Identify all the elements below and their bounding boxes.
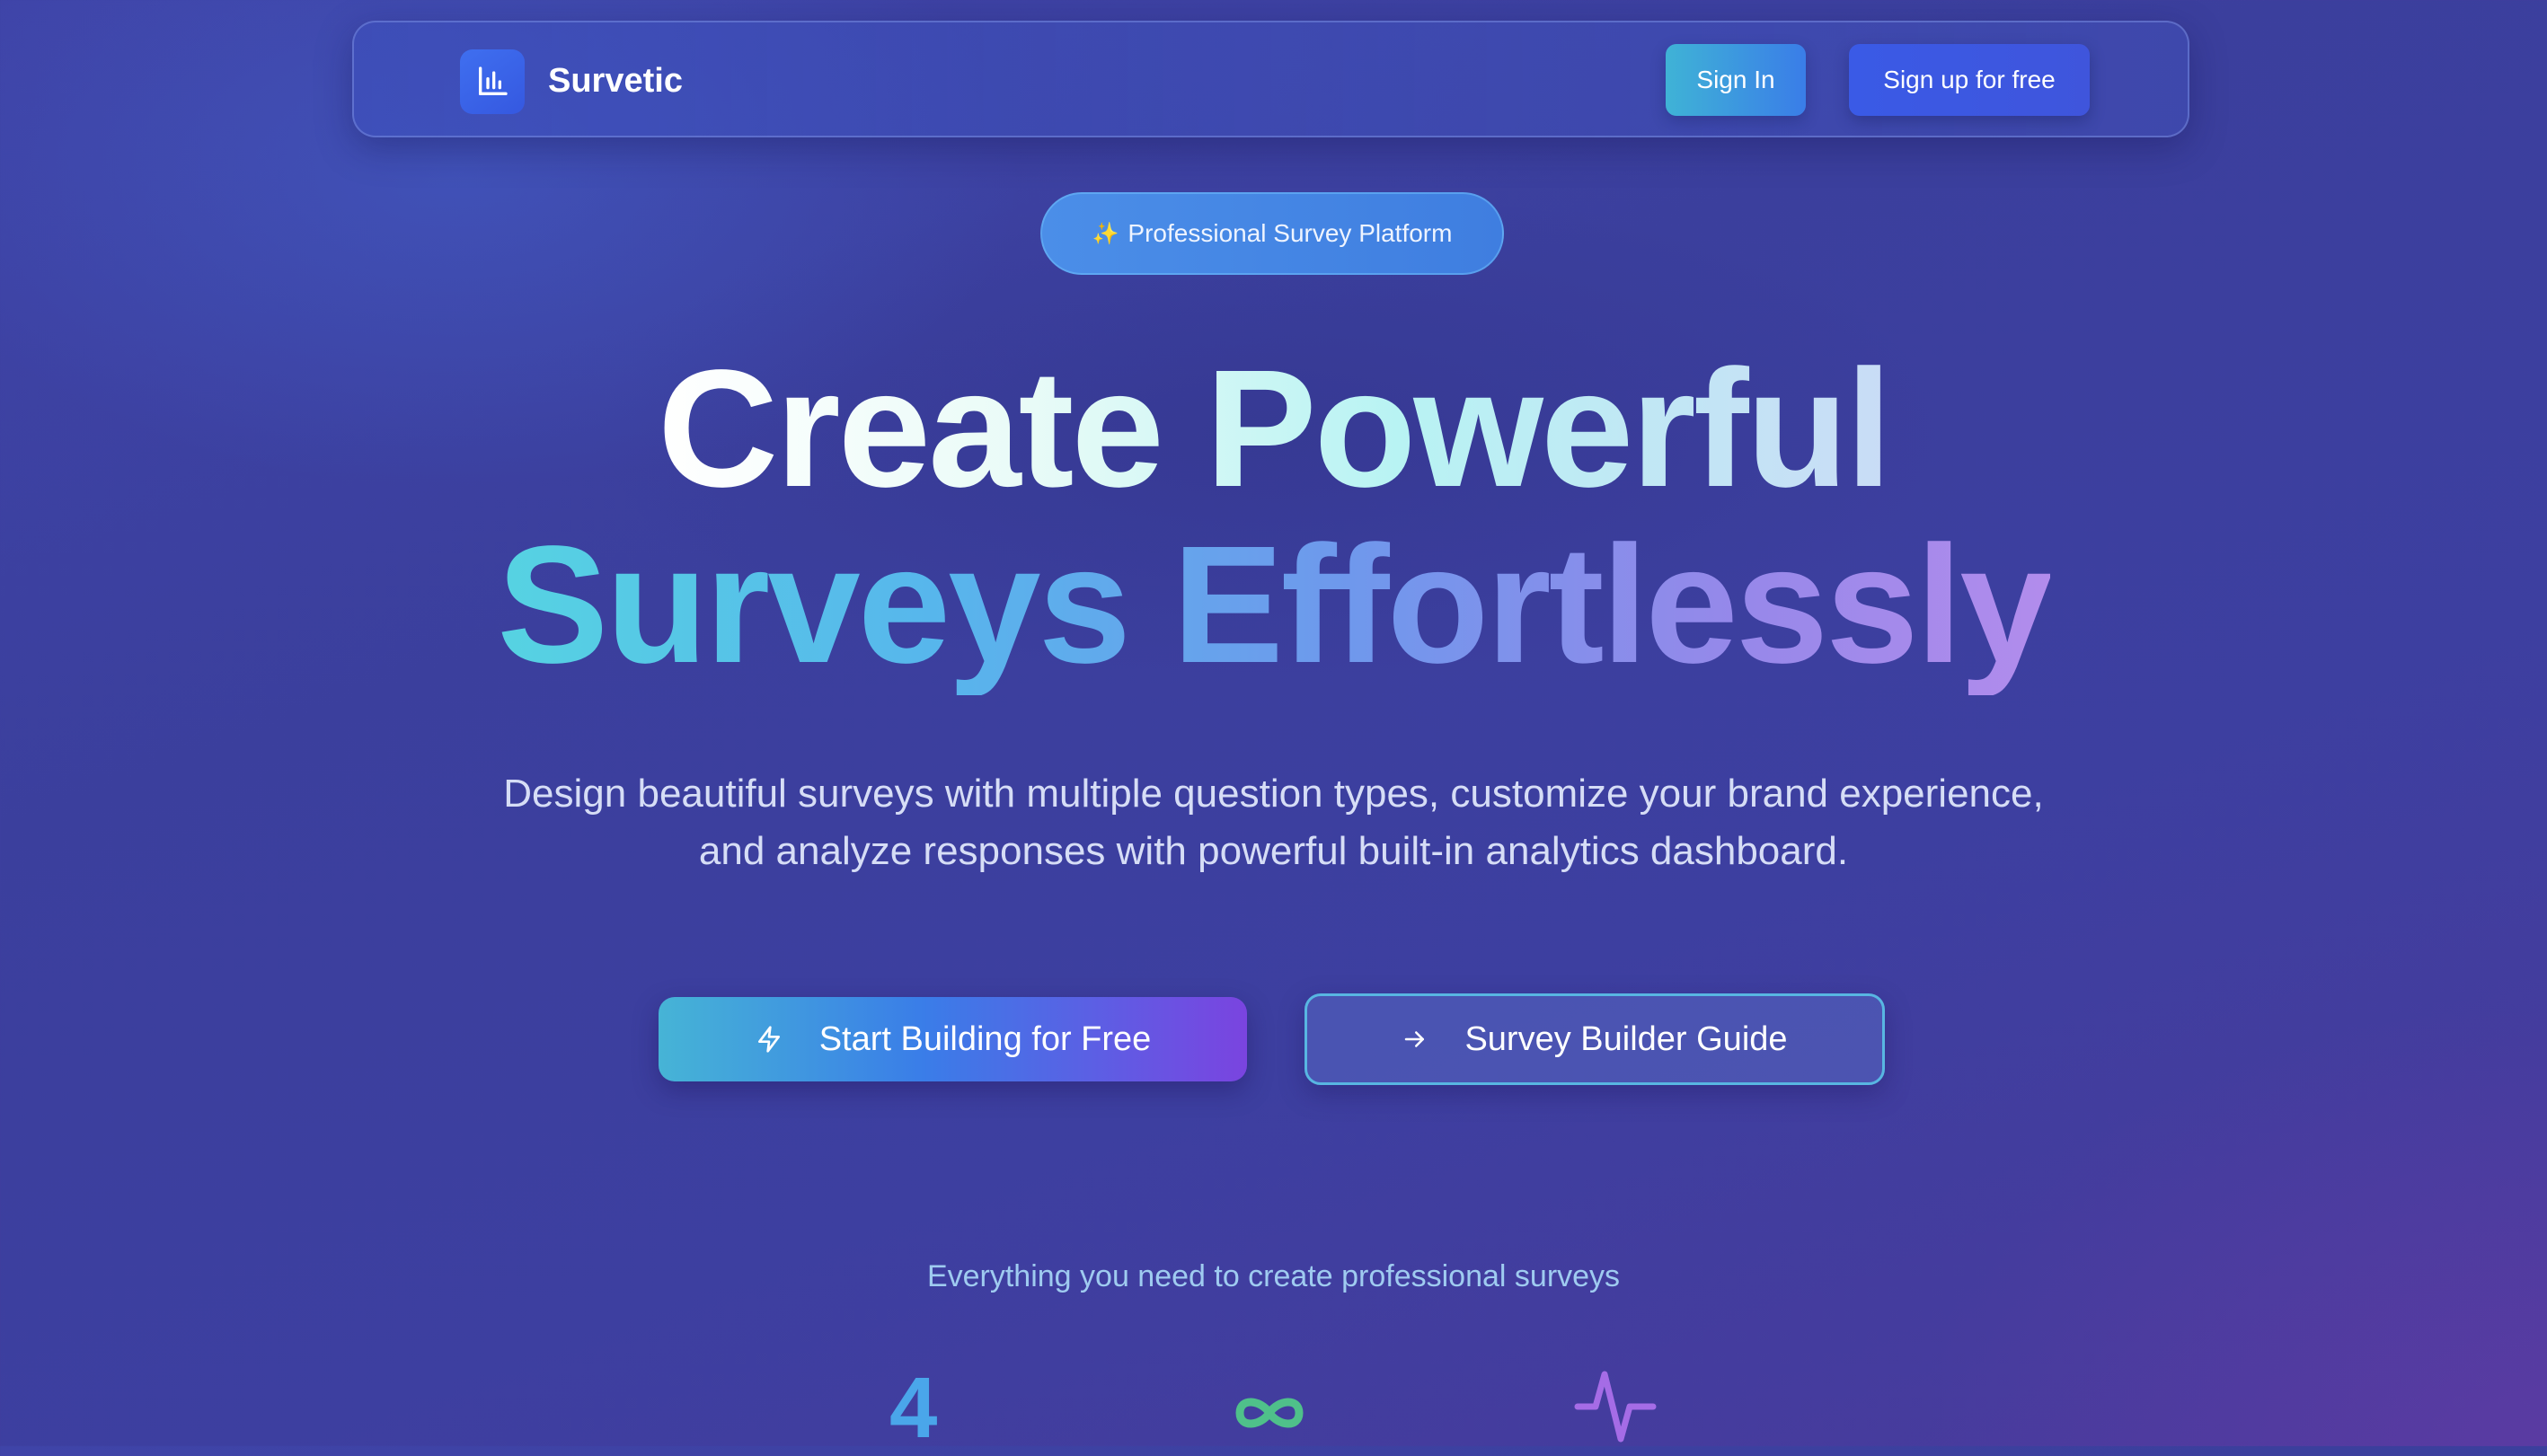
arrow-right-icon xyxy=(1402,1026,1428,1053)
start-building-label: Start Building for Free xyxy=(818,1019,1152,1058)
top-navbar: Survetic Sign In Sign up for free xyxy=(352,21,2189,137)
hero-title-line1-text: Create Powerful xyxy=(657,336,1892,522)
sparkles-icon: ✨ xyxy=(1092,221,1119,246)
hero-title-line1: Create Powerful xyxy=(0,340,2547,519)
survey-builder-guide-label: Survey Builder Guide xyxy=(1464,1019,1788,1058)
activity-icon xyxy=(1574,1367,1657,1451)
platform-badge: ✨ Professional Survey Platform xyxy=(1040,192,1504,275)
sign-in-button[interactable]: Sign In xyxy=(1666,44,1806,116)
brand-logo[interactable] xyxy=(460,49,525,114)
badge-label: Professional Survey Platform xyxy=(1128,219,1453,247)
infinity-icon xyxy=(1231,1390,1308,1440)
hero-subtitle: Design beautiful surveys with multiple q… xyxy=(503,772,2044,873)
bar-chart-icon xyxy=(479,66,508,96)
survey-builder-guide-button[interactable]: Survey Builder Guide xyxy=(1304,993,1885,1085)
start-building-button[interactable]: Start Building for Free xyxy=(659,997,1247,1081)
brand-name[interactable]: Survetic xyxy=(548,58,683,103)
sign-up-button[interactable]: Sign up for free xyxy=(1849,44,2090,116)
features-caption: Everything you need to create profession… xyxy=(926,1259,1621,1293)
hero-title-line2-text: Surveys Effortlessly xyxy=(497,512,2053,698)
hero-title-line2: Surveys Effortlessly xyxy=(0,516,2547,695)
stat-question-types: 4 xyxy=(889,1360,938,1456)
lightning-icon xyxy=(755,1025,783,1054)
